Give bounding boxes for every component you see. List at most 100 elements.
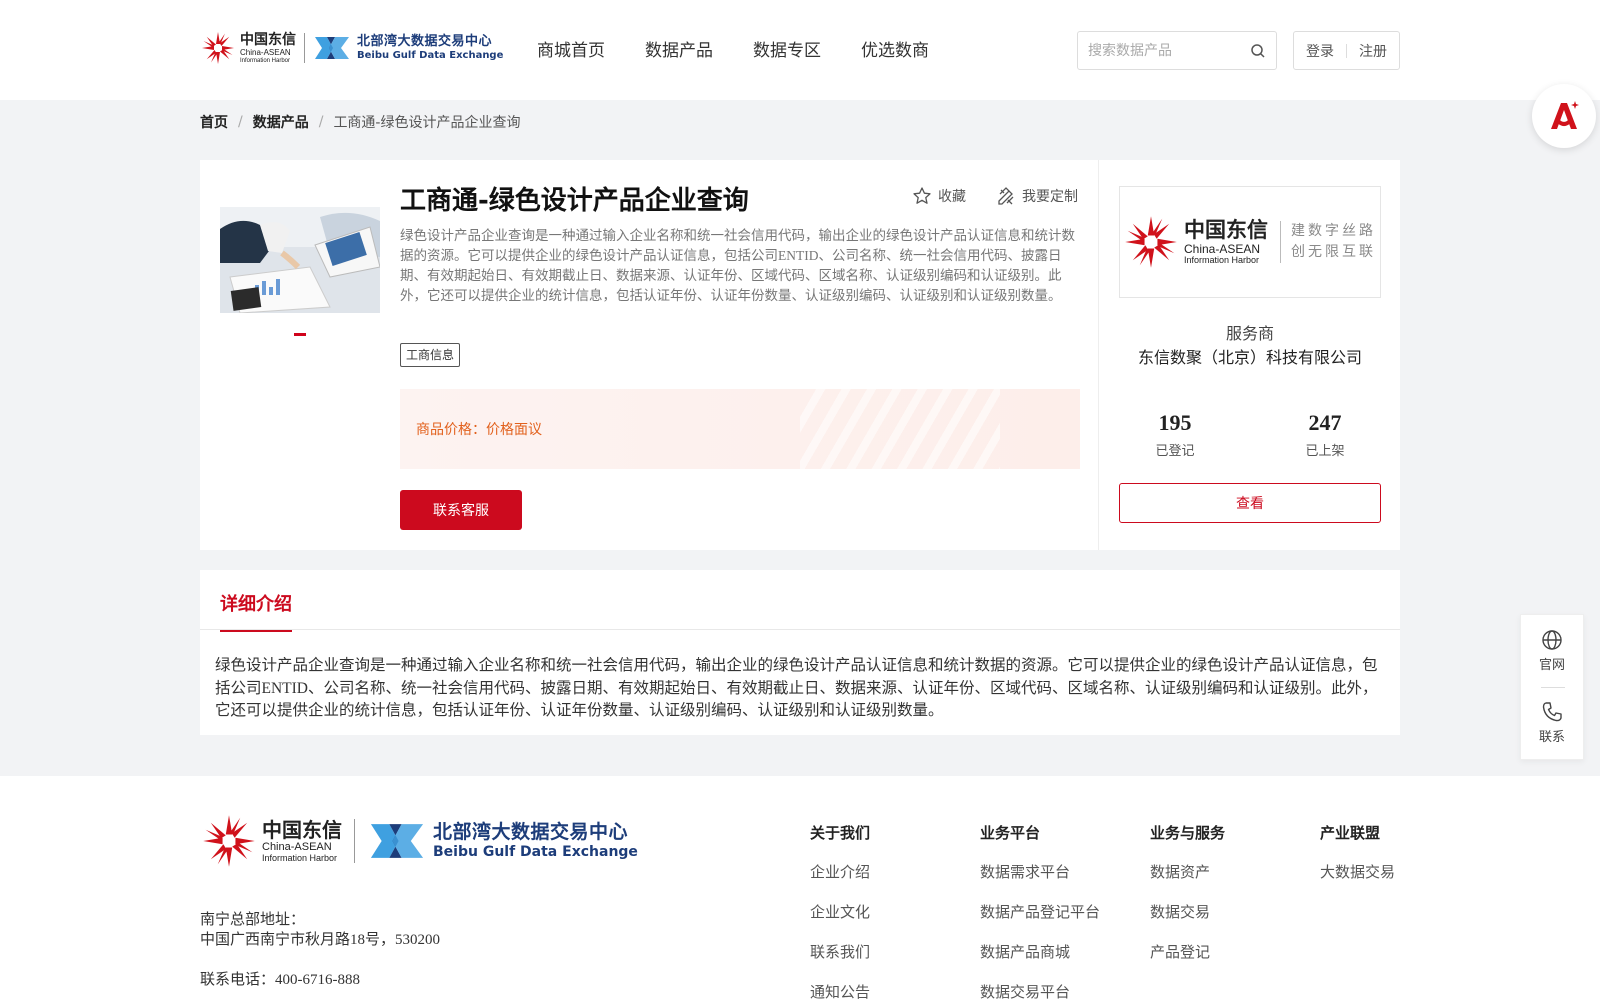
favorite-label: 收藏 [938,189,966,205]
nav-preferred-vendors[interactable]: 优选数商 [861,36,929,61]
footer-col-services: 业务与服务 数据资产 数据交易 产品登记 [1150,822,1225,981]
beibu-gulf-mark-icon [315,37,349,59]
breadcrumb-current: 工商通-绿色设计产品企业查询 [333,115,521,131]
footer-link[interactable]: 产品登记 [1150,941,1225,962]
register-link[interactable]: 注册 [1359,41,1387,61]
breadcrumb-bar: 首页 / 数据产品 / 工商通-绿色设计产品企业查询 [0,100,1600,140]
card-divider [1098,160,1099,550]
footer-link[interactable]: 数据交易平台 [980,981,1100,1000]
price-label-text: 商品价格： [416,422,486,438]
product-card: 工商通-绿色设计产品企业查询 收藏 我要定制 绿色设计产品企业查询是一种通过输入… [200,160,1100,550]
favorite-button[interactable]: 收藏 [912,186,966,206]
beibu-gulf-logo: 北部湾大数据交易中心 Beibu Gulf Data Exchange [313,33,503,63]
footer-link[interactable]: 数据产品商城 [980,941,1100,962]
registered-label: 已登记 [1155,444,1195,459]
registered-count: 195 [1158,410,1192,435]
footer-address-label: 南宁总部地址： [200,912,306,928]
footer-link[interactable]: 数据需求平台 [980,861,1100,882]
contact-link[interactable]: 联系 [1521,701,1583,745]
footer-phone: 联系电话：400-6716-888 [200,972,360,988]
search-box [1077,31,1277,70]
footer-logo-en-text: China-ASEAN [262,840,332,853]
phone-icon [1542,702,1562,722]
footer-logo-cn-text: 中国东信 [262,817,342,842]
vendor-name[interactable]: 东信数聚（北京）科技有限公司 [1100,344,1400,368]
product-title: 工商通-绿色设计产品企业查询 [400,186,749,216]
detail-text: 绿色设计产品企业查询是一种通过输入企业名称和统一社会信用代码，输出企业的绿色设计… [215,657,1378,719]
ai-assistant-button[interactable] [1532,84,1596,148]
auth-box: 登录 注册 [1293,31,1400,70]
vendor-logo-cn-text: 中国东信 [1184,217,1268,242]
footer-beibu-gulf-logo: 北部湾大数据交易中心 Beibu Gulf Data Exchange [367,818,638,864]
tab-divider [200,629,1400,630]
footer-col-platform: 业务平台 数据需求平台 数据产品登记平台 数据产品商城 数据交易平台 [980,822,1100,1000]
view-vendor-button[interactable]: 查看 [1119,483,1381,523]
customize-label: 我要定制 [1022,189,1078,205]
ai-assistant-icon [1551,101,1579,129]
footer-link[interactable]: 数据产品登记平台 [980,901,1100,922]
footer-link[interactable]: 大数据交易 [1320,861,1395,882]
footer-logo-en-subtext: Information Harbor [262,852,338,863]
footer-link[interactable]: 数据交易 [1150,901,1225,922]
vendor-china-asean-logo: 中国东信 China-ASEAN Information Harbor [1122,213,1268,271]
official-site-label: 官网 [1538,658,1565,673]
customize-icon [998,187,1014,205]
official-site-link[interactable]: 官网 [1521,629,1583,673]
slogan-line-2: 创无限互联 [1291,244,1376,260]
search-input[interactable] [1078,32,1238,69]
customize-button[interactable]: 我要定制 [996,186,1078,206]
china-asean-flower-icon [202,32,234,64]
product-image[interactable] [220,207,380,313]
listed-label: 已上架 [1305,444,1345,459]
listed-count: 247 [1308,410,1342,435]
breadcrumb-data-products[interactable]: 数据产品 [253,112,309,132]
logo-en-subtext: Information Harbor [240,57,291,64]
contact-label: 联系 [1538,730,1565,745]
price-box: 商品价格：价格面议 [400,389,1080,469]
footer-col-about: 关于我们 企业介绍 企业文化 联系我们 通知公告 [810,822,870,1000]
search-icon[interactable] [1250,43,1266,59]
tab-detail-intro[interactable]: 详细介绍 [220,590,292,632]
footer-col-heading: 业务与服务 [1150,824,1226,842]
product-description: 绿色设计产品企业查询是一种通过输入企业名称和统一社会信用代码，输出企业的绿色设计… [400,228,1075,303]
vendor-slogan: 建数字丝路 创无限互联 [1280,221,1376,263]
price-label: 商品价格：价格面议 [416,419,542,439]
detail-card: 详细介绍 绿色设计产品企业查询是一种通过输入企业名称和统一社会信用代码，输出企业… [200,570,1400,735]
breadcrumb-separator: / [238,114,243,130]
footer-logo: 中国东信 China-ASEAN Information Harbor 北部湾大… [200,812,638,870]
footer-link[interactable]: 数据资产 [1150,861,1225,882]
vendor-label: 服务商 [1225,324,1274,343]
auth-divider [1346,43,1347,58]
carousel-indicator[interactable] [294,333,306,336]
side-toolbar: 官网 联系 [1520,614,1584,760]
registered-stat: 195 已登记 [1125,410,1225,459]
logo-bb-en-text: Beibu Gulf Data Exchange [357,50,504,61]
side-toolbar-divider [1541,687,1565,688]
footer-flower-icon [203,815,255,867]
footer-link[interactable]: 企业介绍 [810,861,870,882]
logo-divider [304,33,305,63]
listed-stat: 247 已上架 [1275,410,1375,459]
footer-col-heading: 业务平台 [980,824,1041,842]
footer-logo-bb-cn-text: 北部湾大数据交易中心 [433,821,629,843]
login-link[interactable]: 登录 [1306,41,1334,61]
breadcrumb-home[interactable]: 首页 [200,112,228,132]
category-tag: 工商信息 [400,343,461,367]
breadcrumb-separator: / [318,114,324,130]
nav-mall-home[interactable]: 商城首页 [537,36,605,61]
logo-cn-text: 中国东信 [240,31,296,48]
footer-link[interactable]: 企业文化 [810,901,870,922]
footer-col-alliance: 产业联盟 大数据交易 [1320,822,1395,901]
footer-link[interactable]: 通知公告 [810,981,870,1000]
footer-address: 中国广西南宁市秋月路18号，530200 [200,932,441,948]
nav-data-products[interactable]: 数据产品 [645,36,713,61]
site-logo[interactable]: 中国东信 China-ASEAN Information Harbor 北部湾大… [200,28,503,68]
footer-china-asean-logo: 中国东信 China-ASEAN Information Harbor [200,812,342,870]
site-footer: 中国东信 China-ASEAN Information Harbor 北部湾大… [0,776,1600,1000]
price-value: 价格面议 [486,422,542,438]
footer-col-heading: 关于我们 [810,824,871,842]
contact-service-button[interactable]: 联系客服 [400,490,522,530]
footer-link[interactable]: 联系我们 [810,941,870,962]
site-header: 中国东信 China-ASEAN Information Harbor 北部湾大… [0,0,1600,100]
nav-data-zone[interactable]: 数据专区 [753,36,821,61]
